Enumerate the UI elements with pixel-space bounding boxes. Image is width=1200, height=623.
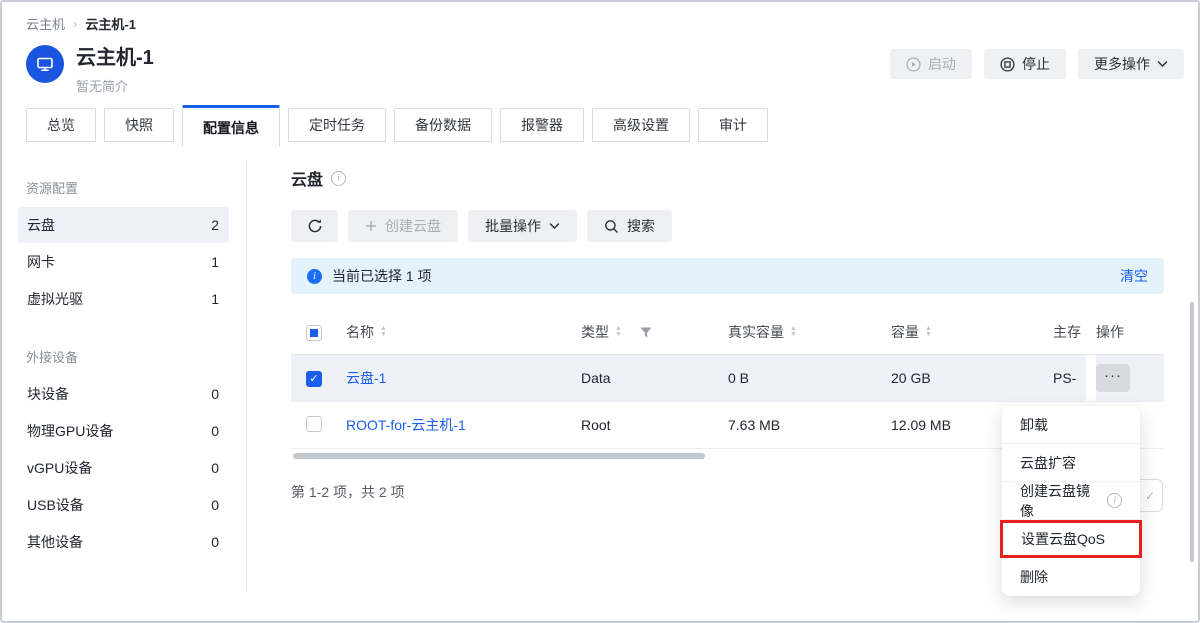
menu-item-set-disk-qos[interactable]: 设置云盘QoS [1000, 520, 1142, 558]
vm-detail-page: 云主机 › 云主机-1 云主机-1 暂无简介 启动 停 [0, 0, 1200, 623]
selection-alert: i 当前已选择 1 项 清空 [291, 258, 1164, 294]
sidebar-item-virtual-cdrom[interactable]: 虚拟光驱 1 [18, 281, 229, 317]
tab-advanced-settings[interactable]: 高级设置 [592, 108, 690, 142]
count-badge: 0 [211, 386, 219, 402]
count-badge: 0 [211, 534, 219, 550]
disk-real-size: 7.63 MB [728, 417, 891, 433]
breadcrumb-current: 云主机-1 [85, 14, 136, 33]
panel-title: 云盘 [291, 166, 323, 190]
count-badge: 2 [211, 217, 219, 233]
info-icon: i [1107, 493, 1122, 508]
disk-type: Root [581, 417, 728, 433]
breadcrumb-parent-link[interactable]: 云主机 [26, 14, 65, 33]
row-more-actions-button[interactable]: ··· [1096, 364, 1130, 392]
tab-scheduled-tasks[interactable]: 定时任务 [288, 108, 386, 142]
table-header-row: 名称 ▲▼ 类型 ▲▼ 真实容量 ▲▼ 容 [291, 310, 1164, 355]
count-badge: 1 [211, 291, 219, 307]
menu-item-delete[interactable]: 删除 [1002, 558, 1140, 596]
sidebar-item-block-devices[interactable]: 块设备 0 [18, 376, 229, 412]
sidebar-item-disks[interactable]: 云盘 2 [18, 207, 229, 243]
chevron-down-icon [1157, 60, 1168, 68]
column-header-real-size: 真实容量 [728, 322, 784, 342]
menu-item-resize-disk[interactable]: 云盘扩容 [1002, 444, 1140, 482]
tab-backup-data[interactable]: 备份数据 [394, 108, 492, 142]
filter-icon[interactable] [640, 327, 652, 338]
disk-name-link[interactable]: 云盘-1 [346, 368, 386, 388]
row-checkbox[interactable]: ✓ [306, 371, 322, 387]
sidebar-item-vgpu[interactable]: vGPU设备 0 [18, 450, 229, 486]
check-icon: ✓ [1145, 489, 1155, 503]
horizontal-scrollbar-thumb[interactable] [293, 453, 705, 459]
page-title: 云主机-1 [76, 45, 890, 71]
clear-selection-link[interactable]: 清空 [1120, 266, 1148, 286]
play-circle-icon [906, 57, 921, 72]
count-badge: 0 [211, 423, 219, 439]
sidebar-item-nics[interactable]: 网卡 1 [18, 244, 229, 280]
batch-actions-button[interactable]: 批量操作 [468, 210, 577, 242]
disk-size: 20 GB [891, 370, 1053, 386]
disk-type: Data [581, 370, 728, 386]
search-button[interactable]: 搜索 [587, 210, 672, 242]
stop-button[interactable]: 停止 [984, 49, 1066, 79]
page-header: 云主机-1 暂无简介 启动 停止 更多操作 [2, 33, 1198, 95]
indeterminate-mark [310, 329, 318, 337]
row-actions-menu: 卸载 云盘扩容 创建云盘镜像 i 设置云盘QoS 删除 [1002, 406, 1140, 596]
breadcrumb-separator-icon: › [73, 16, 77, 31]
menu-item-detach[interactable]: 卸载 [1002, 406, 1140, 444]
stop-circle-icon [1000, 57, 1015, 72]
disk-storage: PS- [1053, 370, 1086, 386]
row-checkbox[interactable] [306, 416, 322, 432]
sidebar-section-external-devices: 外接设备 [2, 339, 246, 376]
tab-configuration[interactable]: 配置信息 [182, 105, 280, 147]
disk-toolbar: 创建云盘 批量操作 搜索 [291, 210, 1198, 242]
vertical-scrollbar-thumb[interactable] [1190, 302, 1194, 562]
tab-snapshot[interactable]: 快照 [104, 108, 174, 142]
count-badge: 1 [211, 254, 219, 270]
count-badge: 0 [211, 497, 219, 513]
menu-item-create-disk-image[interactable]: 创建云盘镜像 i [1002, 482, 1140, 520]
monitor-icon [35, 54, 55, 74]
sidebar-item-other-devices[interactable]: 其他设备 0 [18, 524, 229, 560]
start-button[interactable]: 启动 [890, 49, 972, 79]
sidebar-section-resources: 资源配置 [2, 170, 246, 207]
refresh-icon [307, 218, 323, 234]
sort-icon[interactable]: ▲▼ [380, 326, 387, 338]
sidebar-item-usb[interactable]: USB设备 0 [18, 487, 229, 523]
sort-icon[interactable]: ▲▼ [925, 326, 932, 338]
column-header-type: 类型 [581, 322, 609, 342]
config-sidebar: 资源配置 云盘 2 网卡 1 虚拟光驱 1 外接设备 块设备 0 物理GPU设备… [2, 162, 247, 591]
title-block: 云主机-1 暂无简介 [76, 45, 890, 95]
chevron-down-icon [549, 222, 560, 230]
search-icon [604, 219, 619, 234]
sidebar-item-physical-gpu[interactable]: 物理GPU设备 0 [18, 413, 229, 449]
info-icon: i [331, 171, 346, 186]
column-header-actions: 操作 [1096, 322, 1124, 342]
column-header-name: 名称 [346, 322, 374, 342]
select-all-checkbox[interactable] [306, 325, 322, 341]
selection-alert-text: 当前已选择 1 项 [332, 266, 1110, 286]
tab-overview[interactable]: 总览 [26, 108, 96, 142]
plus-icon [365, 220, 377, 232]
vm-avatar [26, 45, 64, 83]
column-header-size: 容量 [891, 322, 919, 342]
breadcrumb: 云主机 › 云主机-1 [2, 2, 1198, 33]
page-subtitle: 暂无简介 [76, 76, 890, 95]
refresh-button[interactable] [291, 210, 338, 242]
info-filled-icon: i [307, 269, 322, 284]
column-header-storage: 主存 [1053, 322, 1086, 342]
table-row[interactable]: ✓ 云盘-1 Data 0 B 20 GB PS- ··· [291, 355, 1164, 402]
header-actions: 启动 停止 更多操作 [890, 49, 1184, 79]
disk-name-link[interactable]: ROOT-for-云主机-1 [346, 415, 466, 435]
tab-alarms[interactable]: 报警器 [500, 108, 584, 142]
sort-icon[interactable]: ▲▼ [790, 326, 797, 338]
sort-icon[interactable]: ▲▼ [615, 326, 622, 338]
create-disk-button[interactable]: 创建云盘 [348, 210, 458, 242]
more-actions-button[interactable]: 更多操作 [1078, 49, 1184, 79]
count-badge: 0 [211, 460, 219, 476]
tab-audit[interactable]: 审计 [698, 108, 768, 142]
disk-real-size: 0 B [728, 370, 891, 386]
detail-tabs: 总览 快照 配置信息 定时任务 备份数据 报警器 高级设置 审计 [2, 95, 1198, 142]
